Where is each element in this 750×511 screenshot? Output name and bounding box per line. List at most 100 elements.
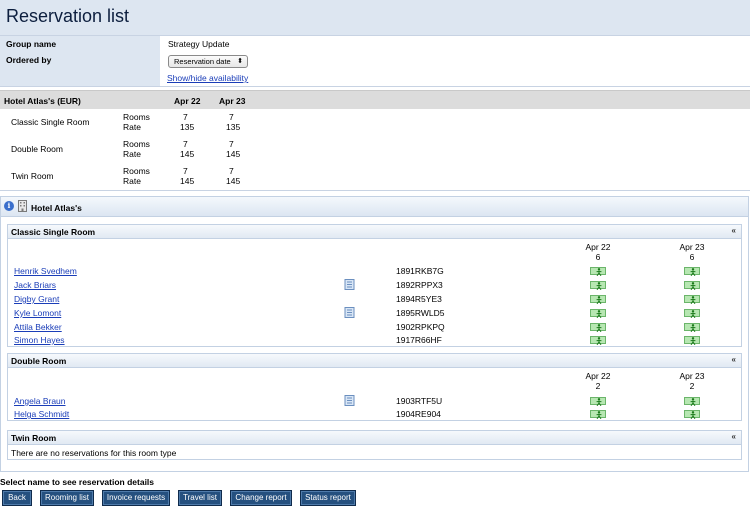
rate-value: 135 — [226, 122, 241, 132]
guest-link[interactable]: Kyle Lomont — [14, 308, 61, 318]
room-type-section: Twin Room « There are no reservations fo… — [7, 430, 742, 460]
availability-indicator-icon — [590, 397, 606, 406]
rate-room-name: Twin Room — [11, 171, 54, 181]
collapse-icon[interactable]: « — [732, 226, 736, 235]
room-type-title: Double Room — [11, 356, 67, 366]
rates-header: Hotel Atlas's (EUR) Apr 22 Apr 23 — [0, 90, 750, 109]
group-info-labels: Group name Ordered by — [0, 36, 160, 86]
availability-indicator-icon — [684, 397, 700, 406]
date-count: 2 — [689, 381, 695, 391]
rooms-value: 7 — [229, 112, 234, 122]
change-report-button[interactable]: Change report — [230, 490, 292, 506]
rooms-value: 7 — [183, 166, 188, 176]
document-icon[interactable] — [344, 395, 355, 406]
availability-indicator-icon — [590, 267, 606, 276]
group-name-value: Strategy Update — [168, 39, 230, 49]
rate-label: Rate — [123, 149, 141, 159]
rate-row: Twin Room Rooms Rate 7 7 145 145 — [0, 166, 750, 190]
collapse-icon[interactable]: « — [732, 355, 736, 364]
guest-link[interactable]: Henrik Svedhem — [14, 266, 77, 276]
rooms-value: 7 — [183, 112, 188, 122]
room-type-title: Twin Room — [11, 433, 57, 443]
availability-indicator-icon — [684, 336, 700, 345]
guest-link[interactable]: Helga Schmidt — [14, 409, 69, 419]
rates-hotel-name: Hotel Atlas's (EUR) — [4, 96, 81, 106]
group-name-label: Group name — [6, 39, 57, 49]
reservation-code: 1917R66HF — [396, 335, 442, 345]
document-icon[interactable] — [344, 279, 355, 290]
reservations-hotel-name: Hotel Atlas's — [31, 203, 82, 213]
availability-indicator-icon — [684, 323, 700, 332]
instruction-text: Select name to see reservation details — [0, 477, 155, 487]
status-report-button[interactable]: Status report — [300, 490, 356, 506]
hotel-building-icon — [18, 200, 27, 212]
guest-link[interactable]: Angela Braun — [14, 396, 66, 406]
room-type-section: Classic Single Room « Apr 22 Apr 23 6 6 … — [7, 224, 742, 347]
reservation-code: 1903RTF5U — [396, 396, 443, 406]
rate-room-name: Double Room — [11, 144, 63, 154]
back-button[interactable]: Back — [2, 490, 32, 506]
room-type-header: Twin Room « — [8, 431, 741, 445]
date-header: Apr 22 — [585, 371, 611, 381]
guest-link[interactable]: Attila Bekker — [14, 322, 62, 332]
reservation-code: 1902RPKPQ — [396, 322, 445, 332]
group-info: Group name Ordered by Strategy Update Re… — [0, 35, 750, 87]
rooming-list-button[interactable]: Rooming list — [40, 490, 94, 506]
availability-indicator-icon — [684, 295, 700, 304]
group-info-values: Strategy Update Reservation date ⬍ Show/… — [160, 36, 750, 86]
reservation-code: 1904RE904 — [396, 409, 441, 419]
hotel-rates-table: Hotel Atlas's (EUR) Apr 22 Apr 23 Classi… — [0, 90, 750, 191]
order-select[interactable]: Reservation date ⬍ — [168, 55, 248, 68]
reservations-header: i Hotel Atlas's — [1, 197, 748, 217]
rate-label: Rate — [123, 176, 141, 186]
room-type-title: Classic Single Room — [11, 227, 96, 237]
availability-indicator-icon — [590, 323, 606, 332]
title-bar: Reservation list — [0, 0, 750, 35]
rate-row: Double Room Rooms Rate 7 7 145 145 — [0, 139, 750, 163]
rate-value: 145 — [226, 149, 241, 159]
reservations-panel: i Hotel Atlas's Classic Single Room « Ap… — [0, 196, 749, 472]
ordered-by-label: Ordered by — [6, 55, 52, 65]
availability-indicator-icon — [684, 410, 700, 419]
show-hide-availability-link[interactable]: Show/hide availability — [167, 73, 248, 83]
rooms-label: Rooms — [123, 112, 150, 122]
availability-indicator-icon — [684, 281, 700, 290]
rooms-value: 7 — [229, 139, 234, 149]
reservation-code: 1892RPPX3 — [396, 280, 443, 290]
availability-indicator-icon — [590, 336, 606, 345]
guest-link[interactable]: Digby Grant — [14, 294, 59, 304]
date-header: Apr 22 — [585, 242, 611, 252]
availability-indicator-icon — [684, 309, 700, 318]
select-arrows-icon: ⬍ — [237, 58, 243, 65]
info-icon[interactable]: i — [4, 201, 14, 211]
date-header: Apr 23 — [679, 242, 705, 252]
date-header: Apr 23 — [679, 371, 705, 381]
travel-list-button[interactable]: Travel list — [178, 490, 222, 506]
rates-date: Apr 23 — [219, 96, 246, 106]
date-count: 6 — [595, 252, 601, 262]
availability-indicator-icon — [590, 295, 606, 304]
rates-date: Apr 22 — [174, 96, 201, 106]
guest-link[interactable]: Jack Briars — [14, 280, 56, 290]
invoice-requests-button[interactable]: Invoice requests — [102, 490, 170, 506]
document-icon[interactable] — [344, 307, 355, 318]
reservation-code: 1891RKB7G — [396, 266, 444, 276]
availability-indicator-icon — [590, 309, 606, 318]
reservation-code: 1895RWLD5 — [396, 308, 445, 318]
rate-room-name: Classic Single Room — [11, 117, 90, 127]
availability-indicator-icon — [684, 267, 700, 276]
date-count: 6 — [689, 252, 695, 262]
rate-value: 145 — [180, 149, 195, 159]
rate-row: Classic Single Room Rooms Rate 7 7 135 1… — [0, 112, 750, 136]
order-select-value: Reservation date — [174, 57, 231, 66]
availability-indicator-icon — [590, 410, 606, 419]
room-type-header: Classic Single Room « — [8, 225, 741, 239]
rooms-label: Rooms — [123, 166, 150, 176]
rooms-value: 7 — [183, 139, 188, 149]
collapse-icon[interactable]: « — [732, 432, 736, 441]
guest-link[interactable]: Simon Hayes — [14, 335, 65, 345]
rate-value: 145 — [226, 176, 241, 186]
page-title: Reservation list — [6, 6, 130, 26]
rate-value: 145 — [180, 176, 195, 186]
availability-indicator-icon — [590, 281, 606, 290]
